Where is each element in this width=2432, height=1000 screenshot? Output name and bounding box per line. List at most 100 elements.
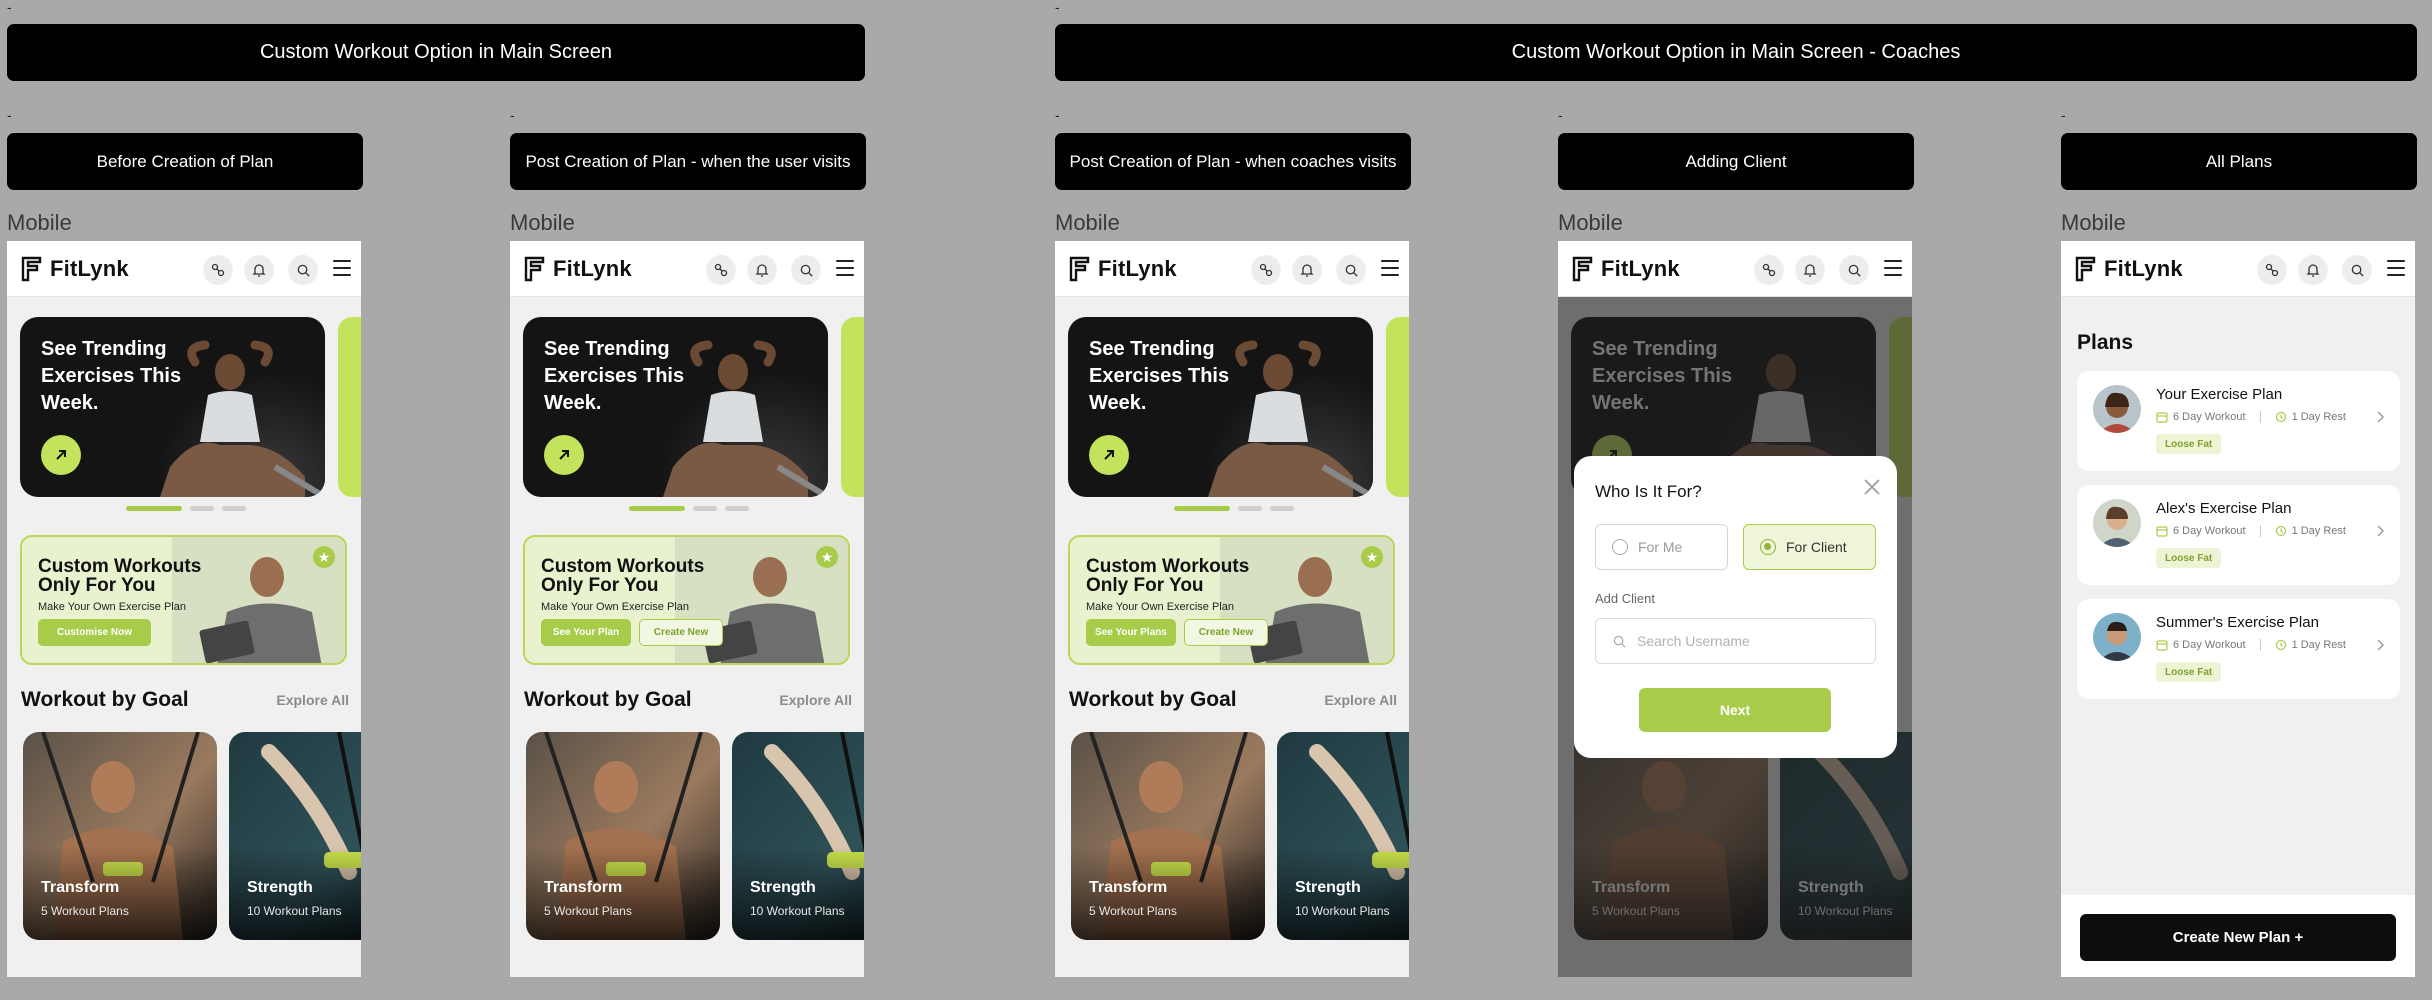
running-icon[interactable] xyxy=(1754,255,1784,285)
trending-hero-card[interactable]: See Trending Exercises This Week. xyxy=(1068,317,1373,497)
goal-card-transform[interactable]: Transform 5 Workout Plans xyxy=(1071,732,1265,940)
brand-name: FitLynk xyxy=(2104,256,2183,281)
custom-card-title: Custom Workouts Only For You xyxy=(1086,556,1250,596)
search-placeholder: Search Username xyxy=(1637,633,1750,649)
search-username-input[interactable]: Search Username xyxy=(1595,618,1876,664)
next-hero-card-peek[interactable] xyxy=(338,317,361,497)
radio-icon xyxy=(1612,539,1628,555)
create-new-plan-button[interactable]: Create New Plan + xyxy=(2080,914,2396,961)
chevron-right-icon[interactable] xyxy=(2374,525,2386,537)
create-new-button[interactable]: Create New xyxy=(1184,619,1268,646)
menu-icon[interactable] xyxy=(1381,260,1399,276)
search-icon[interactable] xyxy=(1839,255,1869,285)
menu-icon[interactable] xyxy=(836,260,854,276)
search-icon xyxy=(1613,635,1626,648)
for-client-option[interactable]: For Client xyxy=(1743,524,1876,570)
goal-count: 5 Workout Plans xyxy=(544,904,632,918)
custom-workout-card[interactable]: Custom Workouts Only For You Make Your O… xyxy=(523,535,850,665)
custom-card-subtitle: Make Your Own Exercise Plan xyxy=(38,601,186,613)
plan-meta: 6 Day Workout 1 Day Rest xyxy=(2156,411,2346,423)
bell-icon[interactable] xyxy=(1795,255,1825,285)
running-icon[interactable] xyxy=(706,255,736,285)
avatar xyxy=(2093,499,2141,547)
hero-title: See Trending Exercises This Week. xyxy=(544,338,685,414)
app-logo[interactable]: FitLynk xyxy=(2074,254,2183,284)
brand-name: FitLynk xyxy=(50,256,129,281)
carousel-dots xyxy=(126,506,246,511)
search-icon[interactable] xyxy=(2342,255,2372,285)
rest-clock-icon xyxy=(2275,411,2286,423)
search-icon[interactable] xyxy=(1336,255,1366,285)
phone-post-creation-user: FitLynk See Trending Exercises This Week… xyxy=(510,241,864,977)
goal-card-strength[interactable]: Strength 10 Workout Plans xyxy=(732,732,864,940)
goal-card-strength[interactable]: Strength 10 Workout Plans xyxy=(1277,732,1409,940)
plans-title: Plans xyxy=(2077,331,2134,354)
close-icon[interactable] xyxy=(1861,476,1883,498)
chevron-right-icon[interactable] xyxy=(2374,639,2386,651)
plan-card[interactable]: Your Exercise Plan 6 Day Workout 1 Day R… xyxy=(2077,371,2400,471)
create-new-button[interactable]: Create New xyxy=(639,619,723,646)
app-logo[interactable]: FitLynk xyxy=(1068,254,1177,284)
running-icon[interactable] xyxy=(1251,255,1281,285)
screen-title: Adding Client xyxy=(1558,133,1914,190)
goal-card-transform[interactable]: Transform 5 Workout Plans xyxy=(23,732,217,940)
trending-hero-card[interactable]: See Trending Exercises This Week. xyxy=(20,317,325,497)
chevron-right-icon[interactable] xyxy=(2374,411,2386,423)
running-icon[interactable] xyxy=(203,255,233,285)
star-icon: ★ xyxy=(313,546,335,568)
device-label: Mobile xyxy=(2061,210,2126,235)
arrow-up-right-icon[interactable] xyxy=(544,435,584,475)
goal-tag: Loose Fat xyxy=(2156,548,2222,568)
bell-icon[interactable] xyxy=(244,255,274,285)
customise-now-button[interactable]: Customise Now xyxy=(38,619,151,646)
custom-workout-card[interactable]: Custom Workouts Only For You Make Your O… xyxy=(1068,535,1395,665)
plan-card[interactable]: Alex's Exercise Plan 6 Day Workout 1 Day… xyxy=(2077,485,2400,585)
menu-icon[interactable] xyxy=(333,260,351,276)
explore-all-link[interactable]: Explore All xyxy=(276,692,349,708)
goal-count: 5 Workout Plans xyxy=(1089,904,1177,918)
avatar xyxy=(2093,385,2141,433)
next-hero-card-peek[interactable] xyxy=(1386,317,1409,497)
see-your-plans-button[interactable]: See Your Plans xyxy=(1086,619,1176,646)
app-header: FitLynk xyxy=(1558,241,1912,297)
custom-workout-card[interactable]: Custom Workouts Only For You Make Your O… xyxy=(20,535,347,665)
for-me-option[interactable]: For Me xyxy=(1595,524,1728,570)
calendar-icon xyxy=(2156,526,2168,537)
workout-by-goal-title: Workout by Goal xyxy=(524,688,692,711)
avatar xyxy=(2093,613,2141,661)
trending-hero-card[interactable]: See Trending Exercises This Week. xyxy=(523,317,828,497)
screen-title: All Plans xyxy=(2061,133,2417,190)
bell-icon[interactable] xyxy=(2298,255,2328,285)
workout-by-goal-title: Workout by Goal xyxy=(1069,688,1237,711)
bell-icon[interactable] xyxy=(747,255,777,285)
phone-before-creation: FitLynk See Trending Exercises This Week… xyxy=(7,241,361,977)
rest-clock-icon xyxy=(2275,639,2286,651)
next-hero-card-peek[interactable] xyxy=(841,317,864,497)
search-icon[interactable] xyxy=(288,255,318,285)
bell-icon[interactable] xyxy=(1292,255,1322,285)
screen-title: Post Creation of Plan - when the user vi… xyxy=(510,133,866,190)
app-logo[interactable]: FitLynk xyxy=(523,254,632,284)
explore-all-link[interactable]: Explore All xyxy=(1324,692,1397,708)
app-logo[interactable]: FitLynk xyxy=(20,254,129,284)
carousel-dots xyxy=(1174,506,1294,511)
device-label: Mobile xyxy=(1055,210,1120,235)
app-header: FitLynk xyxy=(1055,241,1409,297)
arrow-up-right-icon[interactable] xyxy=(41,435,81,475)
running-icon[interactable] xyxy=(2257,255,2287,285)
search-icon[interactable] xyxy=(791,255,821,285)
see-your-plan-button[interactable]: See Your Plan xyxy=(541,619,631,646)
fitlynk-logo-icon xyxy=(1069,256,1090,282)
explore-all-link[interactable]: Explore All xyxy=(779,692,852,708)
plan-card[interactable]: Summer's Exercise Plan 6 Day Workout 1 D… xyxy=(2077,599,2400,699)
star-icon: ★ xyxy=(1361,546,1383,568)
next-button[interactable]: Next xyxy=(1639,688,1831,732)
goal-card-transform[interactable]: Transform 5 Workout Plans xyxy=(526,732,720,940)
goal-card-strength[interactable]: Strength 10 Workout Plans xyxy=(229,732,361,940)
menu-icon[interactable] xyxy=(1884,260,1902,276)
menu-icon[interactable] xyxy=(2387,260,2405,276)
arrow-up-right-icon[interactable] xyxy=(1089,435,1129,475)
fitlynk-logo-icon xyxy=(2075,256,2096,282)
app-logo[interactable]: FitLynk xyxy=(1571,254,1680,284)
screen-dash: - xyxy=(510,107,515,123)
